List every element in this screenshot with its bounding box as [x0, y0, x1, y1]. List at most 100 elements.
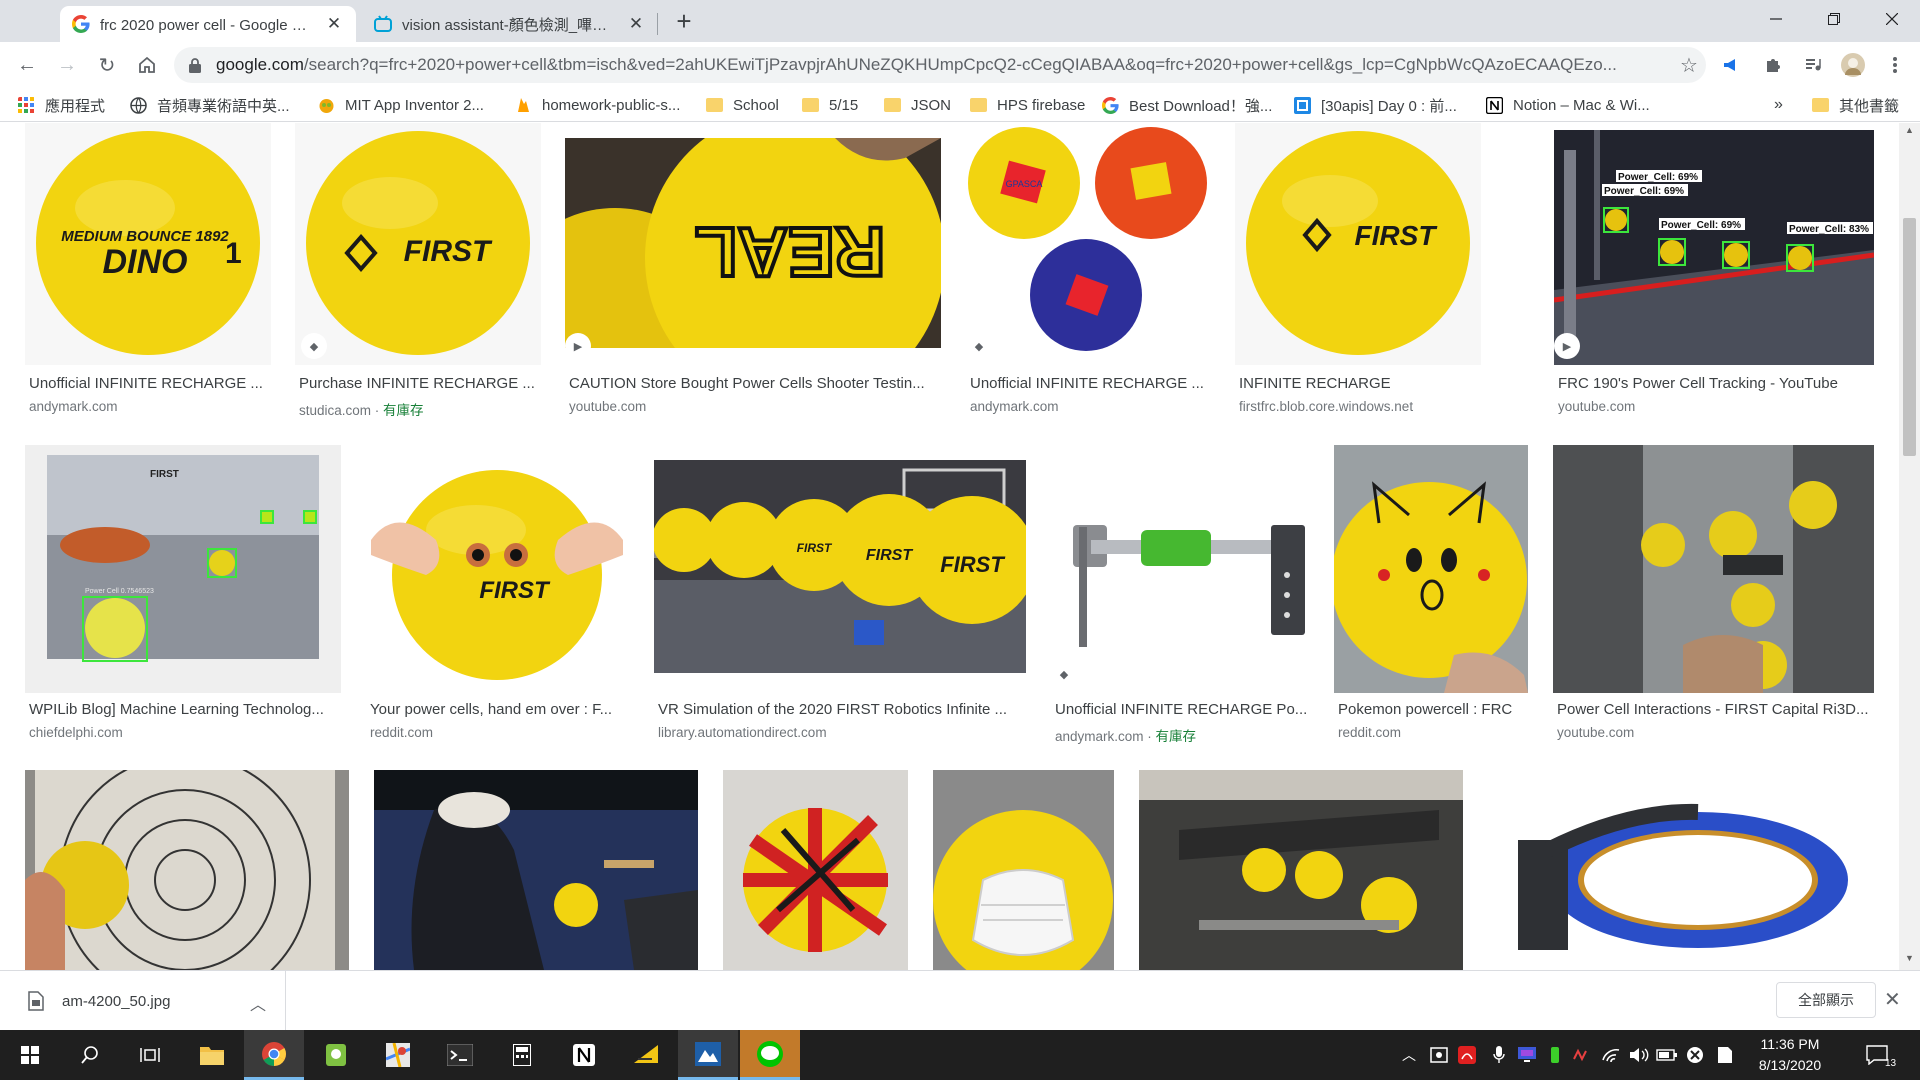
result-card[interactable]: Power Cell Interactions - FIRST Capital …	[1553, 445, 1874, 745]
close-window-button[interactable]	[1864, 0, 1920, 38]
result-title[interactable]: Unofficial INFINITE RECHARGE ...	[29, 375, 263, 392]
scroll-down-arrow[interactable]: ▼	[1899, 953, 1920, 969]
result-thumbnail[interactable]: FIRST	[366, 445, 628, 693]
bookmark-homework[interactable]: homework-public-s...	[515, 94, 680, 116]
result-thumbnail[interactable]	[1553, 445, 1874, 693]
bookmark-audio-terms[interactable]: 音頻專業術語中英...	[130, 94, 290, 116]
taskbar-calculator[interactable]	[492, 1030, 552, 1080]
tray-app-icon[interactable]	[1428, 1044, 1450, 1066]
forward-button[interactable]: →	[52, 50, 82, 80]
tray-nvidia-icon[interactable]	[1544, 1044, 1566, 1066]
tab-google-search[interactable]: frc 2020 power cell - Google 搜尋 ✕	[60, 6, 356, 42]
taskbar-android-app[interactable]	[306, 1030, 366, 1080]
profile-avatar[interactable]	[1840, 52, 1866, 78]
result-card[interactable]: REAL ▶ CAUTION Store Bought Power Cells …	[565, 123, 941, 423]
result-title[interactable]: INFINITE RECHARGE	[1239, 375, 1391, 392]
result-thumbnail[interactable]	[1051, 445, 1309, 693]
result-title[interactable]: Pokemon powercell : FRC	[1338, 701, 1512, 718]
result-title[interactable]: FRC 190's Power Cell Tracking - YouTube	[1558, 375, 1838, 392]
result-thumbnail[interactable]: FIRST	[295, 123, 541, 365]
bookmark-best-download[interactable]: Best Download！強...	[1102, 94, 1272, 116]
bookmark-star-icon[interactable]: ☆	[1672, 53, 1706, 78]
result-thumbnail[interactable]	[1488, 770, 1874, 970]
minimize-button[interactable]	[1748, 0, 1804, 38]
chrome-menu-icon[interactable]	[1882, 52, 1908, 78]
bookmark-30apis[interactable]: [30apis] Day 0 : 前...	[1294, 94, 1457, 116]
result-thumbnail[interactable]: REAL	[565, 138, 941, 348]
tray-sync-icon[interactable]	[1570, 1044, 1592, 1066]
back-button[interactable]: ←	[12, 50, 42, 80]
volume-icon[interactable]	[1628, 1044, 1650, 1066]
media-queue-icon[interactable]	[1800, 52, 1826, 78]
close-tab-icon[interactable]: ✕	[626, 14, 646, 34]
result-card[interactable]: GPASCA ◆ Unofficial INFINITE RECHARGE ..…	[966, 123, 1210, 423]
result-card[interactable]: FIRST FIRST FIRST VR Simulation of the 2…	[654, 445, 1026, 745]
result-card[interactable]	[374, 770, 698, 970]
extensions-puzzle-icon[interactable]	[1760, 52, 1786, 78]
close-tab-icon[interactable]: ✕	[324, 14, 344, 34]
microphone-icon[interactable]	[1488, 1044, 1510, 1066]
result-card[interactable]	[933, 770, 1114, 970]
tray-note-icon[interactable]	[1714, 1044, 1736, 1066]
bookmark-app-inventor[interactable]: MIT App Inventor 2...	[318, 94, 484, 116]
close-download-shelf-icon[interactable]: ✕	[1884, 987, 1901, 1012]
page-scrollbar[interactable]: ▲ ▼	[1899, 123, 1920, 970]
result-card[interactable]	[1488, 770, 1874, 970]
wifi-icon[interactable]	[1600, 1044, 1622, 1066]
result-thumbnail[interactable]	[374, 770, 698, 970]
chevron-up-icon[interactable]: ︿	[250, 991, 266, 1015]
result-title[interactable]: Power Cell Interactions - FIRST Capital …	[1557, 701, 1869, 718]
bookmark-5-15[interactable]: 5/15	[802, 94, 858, 116]
tray-acrobat-icon[interactable]	[1456, 1044, 1478, 1066]
result-thumbnail[interactable]	[1139, 770, 1463, 970]
result-thumbnail[interactable]: MEDIUM BOUNCE 1892 DINO 1	[25, 123, 271, 365]
result-thumbnail[interactable]: FIRST FIRST FIRST	[654, 460, 1026, 673]
tray-block-icon[interactable]	[1684, 1044, 1706, 1066]
taskbar-vision-assistant[interactable]	[678, 1030, 738, 1080]
result-card[interactable]: FIRST Power Cell 0.7546523 WPILib Blog] …	[25, 445, 341, 745]
result-card[interactable]: FIRST ◆ Purchase INFINITE RECHARGE ... s…	[295, 123, 541, 423]
result-thumbnail[interactable]: GPASCA	[966, 123, 1210, 365]
taskbar-line[interactable]	[740, 1030, 800, 1080]
result-thumbnail[interactable]: FIRST	[1235, 123, 1481, 365]
bookmark-notion[interactable]: Notion – Mac & Wi...	[1486, 94, 1650, 116]
taskbar-chrome[interactable]	[244, 1030, 304, 1080]
result-card[interactable]: Pokemon powercell : FRC reddit.com	[1334, 445, 1528, 745]
result-thumbnail[interactable]	[1334, 445, 1528, 693]
taskbar-file-explorer[interactable]	[182, 1030, 242, 1080]
scroll-thumb[interactable]	[1903, 218, 1916, 456]
taskbar-notion[interactable]	[554, 1030, 614, 1080]
result-card[interactable]: ◆ Unofficial INFINITE RECHARGE Po... and…	[1051, 445, 1309, 745]
taskbar-labview[interactable]	[616, 1030, 676, 1080]
bookmark-apps[interactable]: 應用程式	[18, 94, 105, 116]
result-title[interactable]: VR Simulation of the 2020 FIRST Robotics…	[658, 701, 1007, 718]
reload-button[interactable]: ↻	[92, 50, 122, 80]
other-bookmarks[interactable]: 其他書籤	[1812, 94, 1899, 116]
bookmark-json[interactable]: JSON	[884, 94, 951, 116]
extension-megaphone-icon[interactable]	[1718, 52, 1744, 78]
bookmark-school[interactable]: School	[706, 94, 779, 116]
result-title[interactable]: Unofficial INFINITE RECHARGE ...	[970, 375, 1204, 392]
taskbar-maps-app[interactable]	[368, 1030, 428, 1080]
result-thumbnail[interactable]	[723, 770, 908, 970]
tray-display-icon[interactable]	[1516, 1044, 1538, 1066]
result-card[interactable]: MEDIUM BOUNCE 1892 DINO 1 Unofficial INF…	[25, 123, 271, 423]
result-thumbnail[interactable]: Power_Cell: 69% Power_Cell: 69% Power_Ce…	[1554, 130, 1874, 365]
show-all-downloads-button[interactable]: 全部顯示	[1776, 982, 1876, 1018]
result-title[interactable]: WPILib Blog] Machine Learning Technolog.…	[29, 701, 324, 718]
taskbar-terminal[interactable]	[430, 1030, 490, 1080]
result-thumbnail[interactable]	[25, 770, 349, 970]
result-card[interactable]	[25, 770, 349, 970]
battery-icon[interactable]	[1656, 1044, 1678, 1066]
result-title[interactable]: Unofficial INFINITE RECHARGE Po...	[1055, 701, 1307, 718]
result-title[interactable]: Purchase INFINITE RECHARGE ...	[299, 375, 535, 392]
result-title[interactable]: CAUTION Store Bought Power Cells Shooter…	[569, 375, 925, 392]
bookmarks-overflow-button[interactable]: »	[1774, 94, 1783, 116]
result-card[interactable]: Power_Cell: 69% Power_Cell: 69% Power_Ce…	[1554, 123, 1874, 423]
result-thumbnail[interactable]	[933, 770, 1114, 970]
task-view-button[interactable]	[120, 1030, 180, 1080]
tray-overflow-chevron-icon[interactable]: ︿	[1398, 1044, 1420, 1066]
tab-bilibili[interactable]: vision assistant-顏色檢測_嗶哩嗶哩 ✕	[362, 6, 658, 42]
taskbar-clock[interactable]: 11:36 PM 8/13/2020	[1740, 1034, 1840, 1076]
result-card[interactable]	[723, 770, 908, 970]
